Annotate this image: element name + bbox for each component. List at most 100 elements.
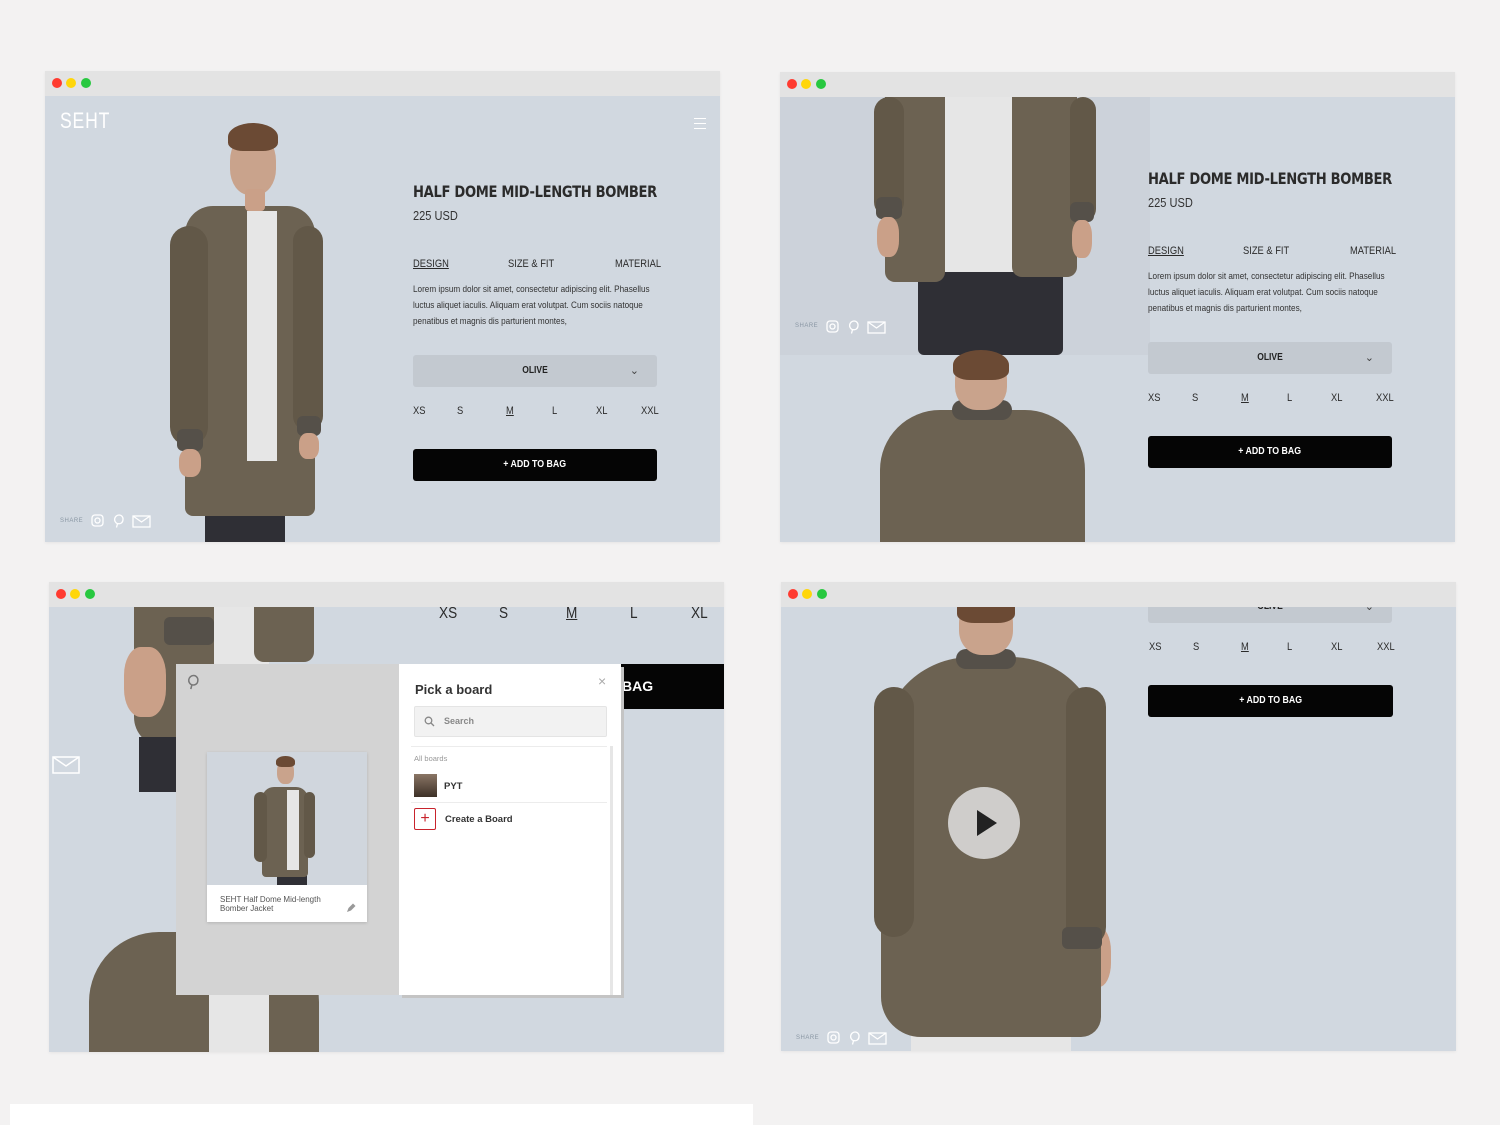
tab-size-fit[interactable]: SIZE & FIT (508, 258, 554, 270)
product-description: Lorem ipsum dolor sit amet, consectetur … (413, 282, 662, 330)
close-icon[interactable]: × (598, 673, 606, 689)
size-xs[interactable]: XS (1148, 392, 1160, 404)
instagram-icon[interactable] (826, 320, 839, 333)
product-title: HALF DOME MID-LENGTH BOMBER (1148, 169, 1392, 188)
tab-size-fit[interactable]: SIZE & FIT (1243, 245, 1289, 257)
search-placeholder: Search (444, 716, 475, 726)
size-xs[interactable]: XS (413, 405, 425, 417)
product-price: 225 USD (413, 208, 458, 223)
size-m[interactable]: M (1241, 641, 1249, 653)
add-to-bag-label: BAG (622, 678, 654, 694)
play-video-button[interactable] (948, 787, 1020, 859)
size-xxl[interactable]: XXL (1377, 641, 1395, 653)
minimize-window-button[interactable] (802, 589, 812, 599)
description-line: Lorem ipsum dolor sit amet, consectetur … (413, 284, 650, 295)
description-line: penatibus et magnis dis parturient monte… (413, 316, 567, 327)
size-xxl[interactable]: XXL (1376, 392, 1394, 404)
brand-logo[interactable]: SEHT (60, 108, 110, 134)
color-select[interactable]: OLIVE ⌄ (1148, 342, 1392, 374)
add-to-bag-button[interactable]: + ADD TO BAG (1148, 685, 1393, 717)
tab-design[interactable]: DESIGN (1148, 245, 1184, 257)
size-s[interactable]: S (1192, 392, 1198, 404)
tab-material[interactable]: MATERIAL (1350, 245, 1396, 257)
color-select-value: OLIVE (1166, 607, 1373, 612)
window-product-page: SEHT HALF DOME MID-LENGTH BOMBER 225 USD… (45, 71, 720, 542)
section-divider (411, 746, 607, 747)
close-window-button[interactable] (787, 79, 797, 89)
modal-title: Pick a board (415, 682, 493, 697)
tab-material[interactable]: MATERIAL (615, 258, 661, 270)
add-to-bag-label: + ADD TO BAG (1239, 695, 1302, 706)
size-xs[interactable]: XS (439, 607, 457, 623)
instagram-icon[interactable] (91, 514, 104, 527)
pin-preview-image (207, 752, 367, 885)
page-content: SHARE HALF DOME MID-LENGTH BOMBER 225 US… (780, 97, 1455, 542)
size-l[interactable]: L (552, 405, 557, 417)
minimize-window-button[interactable] (70, 589, 80, 599)
maximize-window-button[interactable] (85, 589, 95, 599)
board-divider (411, 802, 607, 803)
description-line: luctus aliquet iaculis. Aliquam erat vol… (1148, 287, 1378, 298)
pinterest-icon[interactable] (848, 320, 860, 334)
pick-board-panel: Pick a board × Search All boards PYT + C… (399, 664, 621, 995)
edit-pencil-icon[interactable] (346, 903, 356, 913)
size-xl[interactable]: XL (1331, 641, 1342, 653)
mail-icon[interactable] (868, 1032, 887, 1045)
scrollbar[interactable] (610, 746, 613, 995)
close-window-button[interactable] (788, 589, 798, 599)
pinterest-icon[interactable] (113, 514, 125, 528)
chevron-down-icon: ⌄ (629, 365, 639, 377)
maximize-window-button[interactable] (81, 78, 91, 88)
size-l[interactable]: L (1287, 392, 1292, 404)
add-to-bag-button[interactable]: + ADD TO BAG (1148, 436, 1392, 468)
product-title: HALF DOME MID-LENGTH BOMBER (413, 182, 657, 201)
size-s[interactable]: S (499, 607, 508, 623)
browser-titlebar (781, 582, 1456, 607)
size-s[interactable]: S (1193, 641, 1199, 653)
tab-design[interactable]: DESIGN (413, 258, 449, 270)
size-xxl[interactable]: XXL (641, 405, 659, 417)
pin-caption-line: SEHT Half Dome Mid-length (220, 895, 321, 904)
size-l[interactable]: L (1287, 641, 1292, 653)
size-s[interactable]: S (457, 405, 463, 417)
size-m[interactable]: M (566, 607, 577, 623)
mail-icon[interactable] (52, 756, 80, 774)
pinterest-icon[interactable] (849, 1031, 861, 1045)
description-line: luctus aliquet iaculis. Aliquam erat vol… (413, 300, 643, 311)
create-board-button[interactable]: + Create a Board (414, 808, 604, 832)
share-label: SHARE (796, 1035, 820, 1041)
size-xl[interactable]: XL (1331, 392, 1342, 404)
hamburger-menu-icon[interactable] (694, 118, 706, 129)
size-l[interactable]: L (630, 607, 638, 623)
add-to-bag-button[interactable]: + ADD TO BAG (413, 449, 657, 481)
color-select-value: OLIVE (1257, 352, 1283, 363)
size-m[interactable]: M (506, 405, 514, 417)
chevron-down-icon: ⌄ (1364, 352, 1374, 364)
pin-caption: SEHT Half Dome Mid-length Bomber Jacket (220, 895, 321, 913)
color-select[interactable]: OLIVE ⌄ (413, 355, 657, 387)
maximize-window-button[interactable] (817, 589, 827, 599)
window-product-video: OLIVE ⌄ XS S M L XL XXL + ADD TO BAG SHA… (781, 582, 1456, 1051)
board-item-pyt[interactable]: PYT (414, 774, 604, 798)
instagram-icon[interactable] (827, 1031, 840, 1044)
share-label: SHARE (60, 518, 84, 524)
board-search-input[interactable]: Search (414, 706, 607, 737)
minimize-window-button[interactable] (801, 79, 811, 89)
mail-icon[interactable] (132, 515, 151, 528)
pin-preview-pane: SEHT Half Dome Mid-length Bomber Jacket (176, 664, 399, 995)
add-to-bag-button[interactable]: BAG (609, 664, 724, 709)
plus-icon: + (414, 808, 436, 830)
product-price: 225 USD (1148, 195, 1193, 210)
size-xs[interactable]: XS (1149, 641, 1161, 653)
size-xl[interactable]: XL (691, 607, 708, 623)
close-window-button[interactable] (52, 78, 62, 88)
size-xl[interactable]: XL (596, 405, 607, 417)
color-select[interactable]: OLIVE ⌄ (1148, 607, 1392, 623)
pin-preview-card: SEHT Half Dome Mid-length Bomber Jacket (207, 752, 367, 922)
size-m[interactable]: M (1241, 392, 1249, 404)
close-window-button[interactable] (56, 589, 66, 599)
board-name: PYT (444, 781, 463, 792)
mail-icon[interactable] (867, 321, 886, 334)
maximize-window-button[interactable] (816, 79, 826, 89)
minimize-window-button[interactable] (66, 78, 76, 88)
